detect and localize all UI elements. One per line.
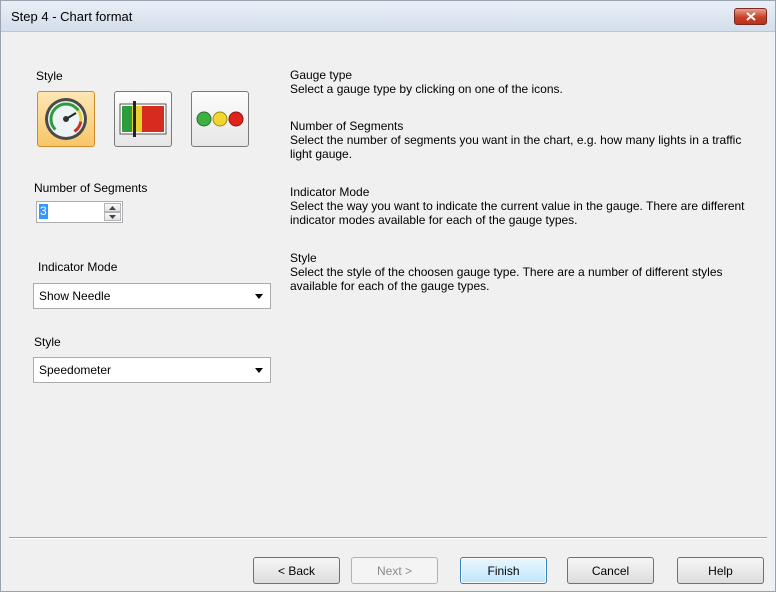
style-heading: Style bbox=[36, 69, 63, 83]
segments-spinner[interactable]: 3 bbox=[36, 201, 123, 223]
linear-gauge-icon bbox=[119, 101, 167, 137]
chevron-down-icon bbox=[255, 294, 263, 299]
segments-description: Select the number of segments you want i… bbox=[290, 133, 742, 161]
chevron-up-icon bbox=[109, 205, 116, 210]
gauge-type-linear-button[interactable] bbox=[114, 91, 172, 147]
next-button[interactable]: Next > bbox=[351, 557, 438, 584]
segments-value[interactable]: 3 bbox=[39, 204, 48, 219]
indicator-mode-select[interactable]: Show Needle bbox=[33, 283, 271, 309]
gauge-type-description: Select a gauge type by clicking on one o… bbox=[290, 82, 563, 96]
style-label: Style bbox=[34, 335, 61, 349]
cancel-button[interactable]: Cancel bbox=[567, 557, 654, 584]
style-select[interactable]: Speedometer bbox=[33, 357, 271, 383]
segments-title: Number of Segments bbox=[290, 119, 404, 133]
close-button[interactable] bbox=[734, 8, 767, 25]
spinner-arrows bbox=[104, 203, 121, 221]
wizard-dialog: Step 4 - Chart format Style Number of Se… bbox=[0, 0, 776, 592]
spinner-up-button[interactable] bbox=[104, 203, 121, 212]
gauge-type-title: Gauge type bbox=[290, 68, 353, 82]
indicator-mode-description: Select the way you want to indicate the … bbox=[290, 199, 745, 227]
style-value: Speedometer bbox=[39, 363, 112, 377]
segments-label: Number of Segments bbox=[34, 181, 148, 195]
style-title: Style bbox=[290, 251, 317, 265]
indicator-mode-value: Show Needle bbox=[39, 289, 111, 303]
gauge-type-speedometer-button[interactable] bbox=[37, 91, 95, 147]
back-button[interactable]: < Back bbox=[253, 557, 340, 584]
divider bbox=[9, 537, 767, 539]
chevron-down-icon bbox=[255, 368, 263, 373]
traffic-light-icon bbox=[196, 111, 244, 127]
gauge-icon bbox=[45, 98, 87, 140]
chevron-down-icon bbox=[109, 214, 116, 219]
close-icon bbox=[745, 12, 756, 21]
gauge-type-traffic-light-button[interactable] bbox=[191, 91, 249, 147]
indicator-mode-label: Indicator Mode bbox=[38, 260, 118, 274]
window-title: Step 4 - Chart format bbox=[11, 9, 133, 24]
help-button[interactable]: Help bbox=[677, 557, 764, 584]
title-bar[interactable]: Step 4 - Chart format bbox=[1, 1, 775, 32]
indicator-mode-title: Indicator Mode bbox=[290, 185, 370, 199]
finish-button[interactable]: Finish bbox=[460, 557, 547, 584]
style-description: Select the style of the choosen gauge ty… bbox=[290, 265, 723, 293]
spinner-down-button[interactable] bbox=[104, 212, 121, 221]
